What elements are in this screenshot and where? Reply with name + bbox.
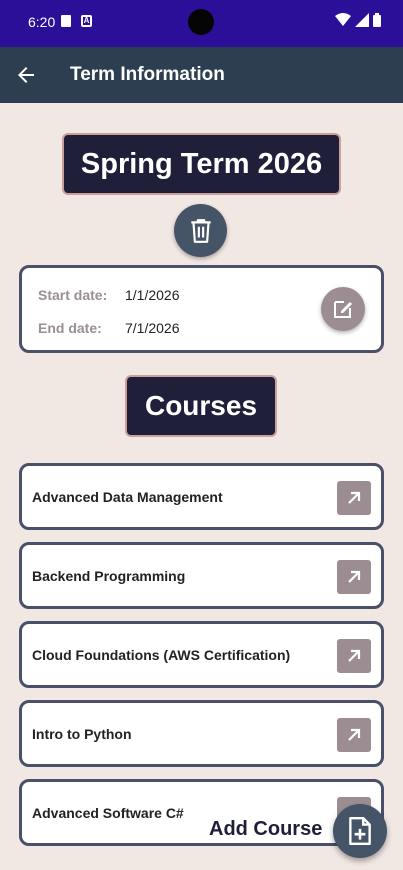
course-item[interactable]: Intro to Python <box>19 700 384 767</box>
open-arrow-icon <box>348 649 361 662</box>
open-arrow-icon <box>348 491 361 504</box>
trash-icon <box>190 218 211 243</box>
start-date-label: Start date: <box>38 287 108 303</box>
course-item[interactable]: Advanced Software C# <box>19 779 384 846</box>
add-course-label: Add Course <box>209 818 323 840</box>
open-course-button[interactable] <box>337 481 371 515</box>
open-arrow-icon <box>348 728 361 741</box>
add-course-button[interactable] <box>333 804 387 858</box>
course-item[interactable]: Backend Programming <box>19 542 384 609</box>
camera-cutout <box>188 9 214 35</box>
a-notification-icon: A <box>81 15 92 27</box>
course-name: Advanced Software C# <box>32 805 184 821</box>
add-file-icon <box>349 816 371 846</box>
term-dates-card: Start date: 1/1/2026 End date: 7/1/2026 <box>19 265 384 353</box>
courses-heading: Courses <box>125 375 277 437</box>
edit-icon <box>334 301 352 318</box>
term-title: Spring Term 2026 <box>62 133 341 195</box>
course-name: Backend Programming <box>32 568 186 584</box>
wifi-icon <box>335 13 351 26</box>
open-course-button[interactable] <box>337 560 371 594</box>
status-time: 6:20 <box>28 14 56 30</box>
end-date-label: End date: <box>38 320 102 336</box>
arrow-left-icon[interactable] <box>14 63 38 87</box>
sd-card-icon <box>61 15 71 27</box>
signal-icon <box>355 13 369 27</box>
status-icons <box>335 13 381 27</box>
course-name: Cloud Foundations (AWS Certification) <box>32 647 291 663</box>
app-bar: Term Information <box>0 47 403 103</box>
course-name: Advanced Data Management <box>32 489 223 505</box>
status-bar: 6:20 A <box>0 0 403 47</box>
course-name: Intro to Python <box>32 726 132 742</box>
course-item[interactable]: Cloud Foundations (AWS Certification) <box>19 621 384 688</box>
open-arrow-icon <box>348 570 361 583</box>
page-title: Term Information <box>70 64 225 85</box>
open-course-button[interactable] <box>337 718 371 752</box>
delete-term-button[interactable] <box>174 204 227 257</box>
edit-term-button[interactable] <box>321 287 365 331</box>
end-date-value: 7/1/2026 <box>125 320 180 336</box>
battery-icon <box>373 13 381 27</box>
course-item[interactable]: Advanced Data Management <box>19 463 384 530</box>
open-course-button[interactable] <box>337 639 371 673</box>
start-date-value: 1/1/2026 <box>125 287 180 303</box>
